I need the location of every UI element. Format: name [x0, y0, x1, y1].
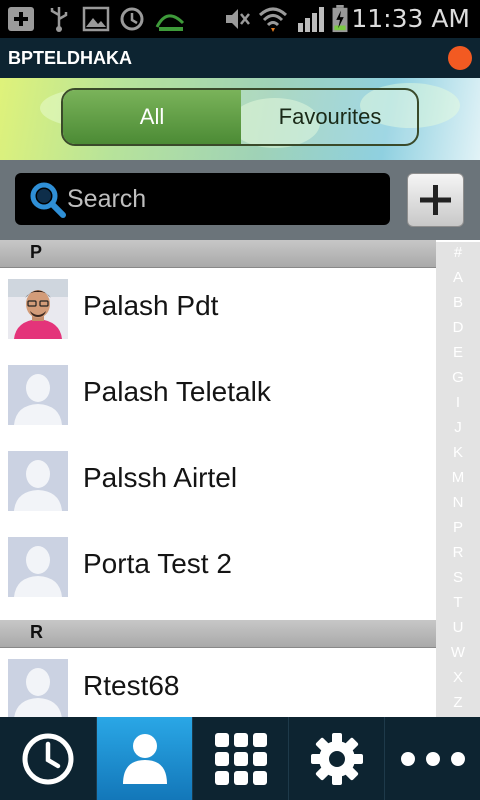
- section-header: P: [0, 240, 436, 268]
- status-time: 11:33 AM: [351, 4, 470, 33]
- default-avatar-icon: [8, 451, 68, 511]
- index-letter[interactable]: J: [436, 419, 480, 437]
- nav-dialpad[interactable]: [193, 717, 289, 800]
- index-letter[interactable]: I: [436, 394, 480, 412]
- avatar-photo: [8, 279, 68, 339]
- index-letter[interactable]: T: [436, 594, 480, 612]
- battery-charging-icon: [332, 5, 348, 33]
- index-letter[interactable]: W: [436, 644, 480, 662]
- contact-name: Palash Pdt: [83, 290, 219, 321]
- nav-contacts[interactable]: [97, 717, 193, 800]
- index-letter[interactable]: #: [436, 244, 480, 262]
- presence-status-dot[interactable]: [448, 46, 472, 70]
- dhaka-logo-icon: [155, 14, 185, 31]
- nav-recent[interactable]: [0, 717, 96, 800]
- default-avatar-icon: [8, 659, 68, 717]
- index-letter[interactable]: D: [436, 319, 480, 337]
- tab-favourites[interactable]: Favourites: [241, 90, 417, 144]
- contact-name: Rtest68: [83, 670, 180, 701]
- status-bar: 11:33 AM: [0, 0, 480, 38]
- index-letter[interactable]: X: [436, 669, 480, 687]
- nav-more[interactable]: [385, 717, 480, 800]
- settings-icon: [311, 732, 363, 785]
- index-letter[interactable]: N: [436, 494, 480, 512]
- image-icon: [82, 6, 110, 32]
- index-letter[interactable]: Z: [436, 694, 480, 712]
- sync-icon: [120, 7, 144, 31]
- index-letter[interactable]: G: [436, 369, 480, 387]
- section-letter: R: [30, 622, 43, 642]
- plus-icon: [420, 185, 451, 215]
- dialpad-icon: [215, 732, 267, 785]
- contact-row[interactable]: Palssh Airtel: [0, 438, 436, 524]
- contact-row[interactable]: Palash Pdt: [0, 266, 436, 352]
- index-letter[interactable]: K: [436, 444, 480, 462]
- title-bar: BPTELDHAKA: [0, 38, 480, 78]
- more-icon: [401, 751, 465, 766]
- section-letter: P: [30, 242, 43, 262]
- nav-settings[interactable]: [289, 717, 385, 800]
- app-title: BPTELDHAKA: [8, 48, 132, 68]
- search-box[interactable]: [15, 173, 390, 225]
- mute-icon: [226, 9, 250, 29]
- index-letter[interactable]: R: [436, 544, 480, 562]
- add-box-icon: [8, 7, 34, 31]
- tab-segment: All Favourites: [61, 88, 419, 146]
- tab-all[interactable]: All: [63, 90, 241, 144]
- contact-name: Porta Test 2: [83, 548, 232, 579]
- contact-list: P Palash Pdt Palash Teletalk Palssh Airtel P…: [0, 240, 436, 717]
- section-header: R: [0, 620, 436, 648]
- default-avatar-icon: [8, 537, 68, 597]
- index-letter[interactable]: S: [436, 569, 480, 587]
- signal-icon: [298, 7, 324, 32]
- index-letter[interactable]: A: [436, 269, 480, 287]
- contact-row[interactable]: Rtest68: [0, 646, 436, 717]
- wifi-icon: [258, 7, 288, 32]
- index-letter[interactable]: B: [436, 294, 480, 312]
- add-contact-button[interactable]: [407, 173, 464, 227]
- index-letter[interactable]: M: [436, 469, 480, 487]
- search-row: [0, 160, 480, 240]
- index-letter[interactable]: P: [436, 519, 480, 537]
- index-letter[interactable]: U: [436, 619, 480, 637]
- clock-icon: [22, 733, 74, 784]
- search-input[interactable]: [67, 179, 377, 219]
- contacts-icon: [123, 733, 167, 784]
- index-letter[interactable]: E: [436, 344, 480, 362]
- search-icon: [30, 182, 66, 218]
- tab-banner: All Favourites: [0, 78, 480, 160]
- contact-row[interactable]: Porta Test 2: [0, 524, 436, 610]
- contact-name: Palash Teletalk: [83, 376, 271, 407]
- contact-row[interactable]: Palash Teletalk: [0, 352, 436, 438]
- contact-name: Palssh Airtel: [83, 462, 238, 493]
- bottom-nav: [0, 717, 480, 800]
- usb-icon: [50, 7, 68, 32]
- alphabet-index[interactable]: # A B D E G I J K M N P R S T U W X Z: [436, 242, 480, 717]
- default-avatar-icon: [8, 365, 68, 425]
